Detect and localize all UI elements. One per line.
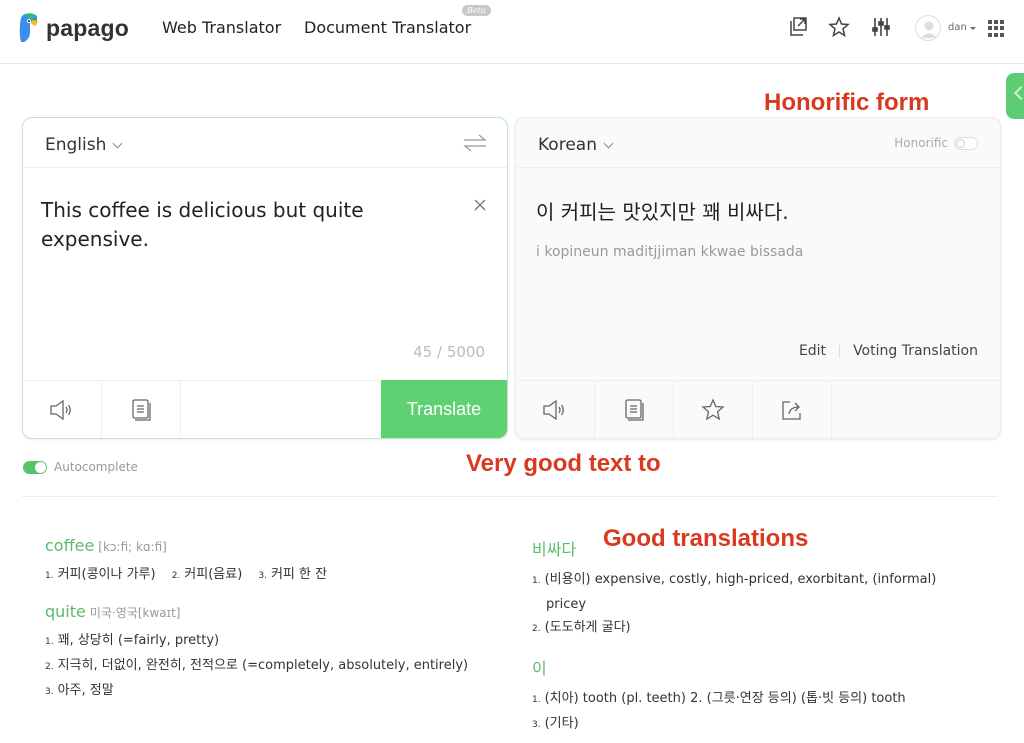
voting-translation-link[interactable]: Voting Translation bbox=[853, 343, 978, 359]
pronunciation: [kɔ:fi; kɑ:fi] bbox=[98, 540, 167, 554]
user-avatar[interactable] bbox=[915, 15, 941, 41]
honorific-switch[interactable] bbox=[954, 136, 978, 150]
chevron-down-icon bbox=[603, 138, 614, 148]
definition-list: 1. (치아) tooth (pl. teeth) 2. (그릇·연장 등의) (… bbox=[532, 687, 972, 737]
beta-badge: Beta bbox=[462, 5, 491, 16]
apps-grid-icon[interactable] bbox=[988, 20, 1005, 37]
star-icon[interactable] bbox=[828, 16, 850, 38]
user-menu-caret-icon[interactable] bbox=[970, 27, 976, 30]
dictionary-source-column: coffee [kɔ:fi; kɑ:fi] 1. 커피(콩이나 가루) 2. 커피(… bbox=[45, 536, 485, 718]
translated-text: 이 커피는 맛있지만 꽤 비싸다. bbox=[536, 200, 789, 224]
clear-text-icon[interactable] bbox=[473, 198, 487, 212]
definition-item: 3. 커피 한 잔 bbox=[258, 567, 328, 582]
star-icon bbox=[701, 398, 725, 421]
dictionary-entry: 비싸다 1. (비용이) expensive, costly, high-pric… bbox=[532, 536, 972, 641]
parrot-logo-icon bbox=[19, 13, 38, 43]
listen-target-button[interactable] bbox=[516, 381, 595, 438]
target-language-select[interactable]: Korean bbox=[538, 135, 614, 155]
source-panel-header: English bbox=[23, 118, 507, 168]
character-count: 45 / 5000 bbox=[413, 343, 485, 361]
share-button[interactable] bbox=[753, 381, 832, 438]
target-actions: Edit Voting Translation bbox=[799, 343, 978, 359]
favorite-button[interactable] bbox=[674, 381, 753, 438]
share-window-icon[interactable] bbox=[786, 16, 808, 38]
definition-item: 1. 꽤, 상당히 (=fairly, pretty) bbox=[45, 633, 220, 648]
copy-icon bbox=[132, 399, 151, 421]
user-silhouette-icon bbox=[921, 21, 937, 38]
papago-logo[interactable]: papago bbox=[17, 12, 129, 44]
dictionary-entry: quite 미국·영국[kwaɪt] 1. 꽤, 상당히 (=fairly, pr… bbox=[45, 602, 485, 704]
target-panel: Korean Honorific 이 커피는 맛있지만 꽤 비싸다. i kop… bbox=[515, 117, 1001, 439]
headword[interactable]: coffee bbox=[45, 536, 94, 555]
logo-text: papago bbox=[46, 14, 129, 41]
pronunciation: 미국·영국[kwaɪt] bbox=[89, 606, 181, 620]
headword[interactable]: quite bbox=[45, 602, 86, 621]
target-language-label: Korean bbox=[538, 135, 597, 155]
romanization-text: i kopineun maditjjiman kkwae bissada bbox=[536, 244, 804, 260]
headword[interactable]: 비싸다 bbox=[532, 536, 576, 560]
separator bbox=[839, 344, 841, 358]
user-name[interactable]: dan bbox=[948, 22, 967, 33]
source-text-input[interactable]: This coffee is delicious but quite expen… bbox=[41, 196, 441, 254]
speaker-icon bbox=[50, 399, 71, 421]
definition-item: 1. (비용이) expensive, costly, high-priced, … bbox=[532, 572, 937, 612]
source-language-label: English bbox=[45, 135, 107, 155]
dictionary-entry: 이 1. (치아) tooth (pl. teeth) 2. (그릇·연장 등의)… bbox=[532, 655, 972, 737]
definition-item: 2. (도도하게 굴다) bbox=[532, 620, 631, 635]
speaker-icon bbox=[543, 399, 564, 421]
copy-target-button[interactable] bbox=[595, 381, 674, 438]
divider bbox=[22, 496, 998, 497]
copy-icon bbox=[625, 399, 644, 421]
edit-link[interactable]: Edit bbox=[799, 343, 826, 359]
autocomplete-label: Autocomplete bbox=[54, 460, 138, 474]
honorific-toggle[interactable]: Honorific bbox=[894, 136, 978, 150]
source-panel: English This coffee is delicious but qui… bbox=[22, 117, 508, 439]
definition-list: 1. 꽤, 상당히 (=fairly, pretty) 2. 지극히, 더없이, 완… bbox=[45, 629, 485, 704]
autocomplete-toggle[interactable]: Autocomplete bbox=[23, 460, 138, 474]
nav-document-translator[interactable]: Document Translator bbox=[304, 18, 471, 37]
settings-sliders-icon[interactable] bbox=[870, 16, 892, 38]
autocomplete-switch[interactable] bbox=[23, 460, 47, 474]
definition-item: 2. 지극히, 더없이, 완전히, 전적으로 (=completely, abso… bbox=[45, 658, 469, 673]
annotation-honorific: Honorific form bbox=[764, 89, 930, 116]
definition-item: 1. (치아) tooth (pl. teeth) 2. (그릇·연장 등의) (… bbox=[532, 691, 906, 706]
definition-item: 3. 아주, 정말 bbox=[45, 683, 114, 698]
chevron-down-icon bbox=[112, 138, 123, 148]
definition-list: 1. (비용이) expensive, costly, high-priced, … bbox=[532, 568, 972, 641]
side-panel-tab[interactable] bbox=[1006, 73, 1024, 119]
definition-item: 1. 커피(콩이나 가루) bbox=[45, 567, 156, 582]
honorific-label: Honorific bbox=[894, 136, 948, 150]
definition-item: 2. 커피(음료) bbox=[171, 567, 243, 582]
listen-source-button[interactable] bbox=[23, 381, 102, 438]
nav-web-translator[interactable]: Web Translator bbox=[162, 18, 281, 37]
source-language-select[interactable]: English bbox=[45, 135, 123, 155]
share-icon bbox=[782, 401, 801, 420]
top-header: papago Web Translator Document Translato… bbox=[0, 0, 1024, 64]
copy-source-button[interactable] bbox=[102, 381, 181, 438]
headword[interactable]: 이 bbox=[532, 655, 547, 679]
target-panel-header: Korean Honorific bbox=[516, 118, 1000, 168]
translate-button[interactable]: Translate bbox=[381, 380, 507, 438]
swap-languages-icon[interactable] bbox=[463, 133, 487, 153]
definition-item: 3. (기타) bbox=[532, 716, 579, 731]
annotation-very-good: Very good text to bbox=[466, 450, 661, 477]
chevron-left-icon bbox=[1013, 85, 1024, 101]
dictionary-target-column: 비싸다 1. (비용이) expensive, costly, high-pric… bbox=[532, 536, 972, 743]
definition-list: 1. 커피(콩이나 가루) 2. 커피(음료) 3. 커피 한 잔 bbox=[45, 563, 485, 588]
dictionary-entry: coffee [kɔ:fi; kɑ:fi] 1. 커피(콩이나 가루) 2. 커피(… bbox=[45, 536, 485, 588]
target-toolbar bbox=[516, 380, 1000, 438]
